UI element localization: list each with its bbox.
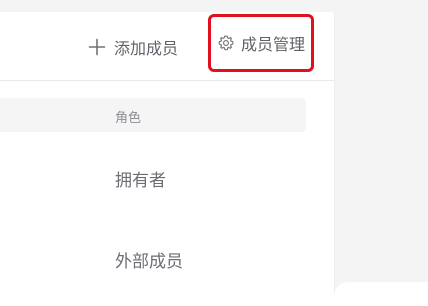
add-member-label: 添加成员 [114, 39, 179, 58]
table-row-external-member: 外部成员 [115, 247, 183, 272]
gear-icon [217, 34, 235, 52]
column-header-role: 角色 [115, 111, 142, 126]
members-panel: 添加成员 成员管理 角色 拥有者 外部成员 [0, 12, 335, 306]
role-cell: 外部成员 [115, 252, 183, 272]
members-table-header: 角色 [0, 98, 306, 132]
members-toolbar: 添加成员 成员管理 [0, 12, 334, 81]
role-cell: 拥有者 [115, 171, 166, 191]
table-row-owner: 拥有者 [115, 166, 166, 191]
add-member-button[interactable]: 添加成员 [88, 34, 178, 60]
plus-icon [88, 38, 106, 56]
manage-members-label: 成员管理 [240, 35, 305, 54]
adjacent-panel-corner [334, 282, 428, 306]
manage-members-button[interactable]: 成员管理 [208, 14, 314, 72]
